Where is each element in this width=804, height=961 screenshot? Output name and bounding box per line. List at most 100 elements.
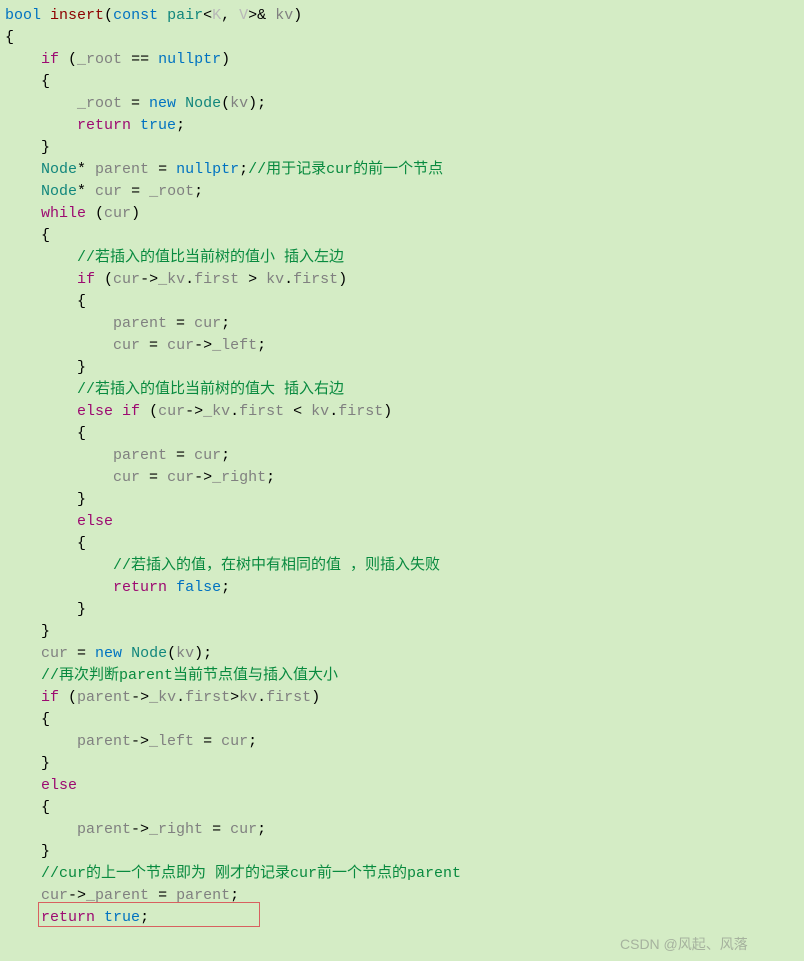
code-token: first (338, 403, 383, 420)
code-line: } (5, 841, 799, 863)
code-line: Node* parent = nullptr;//用于记录cur的前一个节点 (5, 159, 799, 181)
code-token (122, 645, 131, 662)
code-token: //若插入的值比当前树的值小 插入左边 (77, 249, 344, 266)
code-token: -> (131, 821, 149, 838)
code-line: } (5, 137, 799, 159)
code-token: if (122, 403, 140, 420)
code-token: //若插入的值，在树中有相同的值 ，则插入失败 (113, 557, 440, 574)
code-token: if (41, 51, 59, 68)
code-token: . (185, 271, 194, 288)
code-line: cur = cur->_right; (5, 467, 799, 489)
code-token: { (5, 535, 86, 552)
code-token: { (5, 293, 86, 310)
code-token: //再次判断parent当前节点值与插入值大小 (41, 667, 338, 684)
code-line: parent->_right = cur; (5, 819, 799, 841)
code-token: ; (221, 447, 230, 464)
code-token: < (284, 403, 311, 420)
code-token: return (77, 117, 131, 134)
code-token: ( (221, 95, 230, 112)
code-token: = (68, 645, 95, 662)
code-token: parent (77, 689, 131, 706)
code-token: { (5, 29, 14, 46)
code-token: ; (248, 733, 257, 750)
code-token (5, 183, 41, 200)
code-token: return (113, 579, 167, 596)
code-line: { (5, 27, 799, 49)
code-line: cur = cur->_left; (5, 335, 799, 357)
code-token (5, 865, 41, 882)
code-token: . (230, 403, 239, 420)
code-line: bool insert(const pair<K, V>& kv) (5, 5, 799, 27)
code-token: if (41, 689, 59, 706)
code-token: Node (131, 645, 167, 662)
code-token: ; (266, 469, 275, 486)
code-token: _right (149, 821, 203, 838)
code-line: } (5, 599, 799, 621)
code-line: } (5, 753, 799, 775)
code-token: ) (131, 205, 140, 222)
code-line: while (cur) (5, 203, 799, 225)
code-token: _kv (158, 271, 185, 288)
code-token: _root (149, 183, 194, 200)
code-token: = (140, 337, 167, 354)
code-token: while (41, 205, 86, 222)
code-token: , (221, 7, 239, 24)
code-token: if (77, 271, 95, 288)
code-line: else (5, 775, 799, 797)
code-token: ); (248, 95, 266, 112)
code-token: first (194, 271, 239, 288)
code-line: if (parent->_kv.first>kv.first) (5, 687, 799, 709)
code-line: { (5, 291, 799, 313)
code-token: kv (230, 95, 248, 112)
code-token (5, 513, 77, 530)
code-token: cur (194, 447, 221, 464)
code-token: _root (77, 51, 122, 68)
code-token: kv (176, 645, 194, 662)
code-token: new (95, 645, 122, 662)
code-line: { (5, 225, 799, 247)
code-token: } (5, 359, 86, 376)
code-token: -> (131, 689, 149, 706)
code-token: false (176, 579, 221, 596)
code-token: ( (95, 271, 113, 288)
code-token: kv (266, 271, 284, 288)
code-token: } (5, 755, 50, 772)
code-line: else if (cur->_kv.first < kv.first) (5, 401, 799, 423)
code-token: = (122, 95, 149, 112)
code-token: { (5, 711, 50, 728)
code-token: -> (131, 733, 149, 750)
code-token: . (257, 689, 266, 706)
code-token (5, 887, 41, 904)
code-token: cur (167, 469, 194, 486)
code-token: cur (41, 645, 68, 662)
code-token: >& (248, 7, 275, 24)
code-token: . (329, 403, 338, 420)
code-token: ; (239, 161, 248, 178)
code-token: = (203, 821, 230, 838)
code-token (5, 579, 113, 596)
code-token: { (5, 799, 50, 816)
code-token: > (230, 689, 239, 706)
code-token (131, 117, 140, 134)
code-token: _right (212, 469, 266, 486)
code-token: parent (77, 733, 131, 750)
code-token: > (239, 271, 266, 288)
code-line: { (5, 797, 799, 819)
code-line: if (cur->_kv.first > kv.first) (5, 269, 799, 291)
code-line: //若插入的值比当前树的值大 插入右边 (5, 379, 799, 401)
code-token: parent (95, 161, 149, 178)
code-token: . (176, 689, 185, 706)
code-token (5, 249, 77, 266)
code-token: parent (77, 821, 131, 838)
code-token: kv (311, 403, 329, 420)
code-token (5, 909, 41, 926)
code-token: cur (158, 403, 185, 420)
code-token: kv (275, 7, 293, 24)
code-token (5, 161, 41, 178)
code-token: -> (140, 271, 158, 288)
code-token: ) (221, 51, 230, 68)
code-token: _left (212, 337, 257, 354)
code-token: ( (140, 403, 158, 420)
code-line: } (5, 621, 799, 643)
code-token (5, 315, 113, 332)
